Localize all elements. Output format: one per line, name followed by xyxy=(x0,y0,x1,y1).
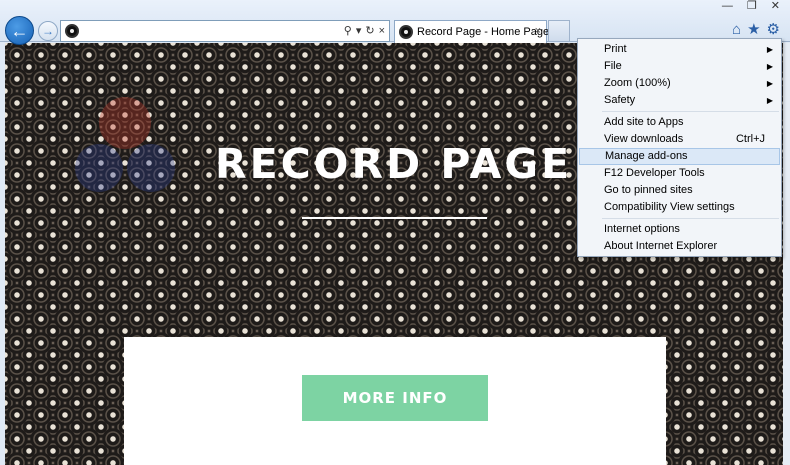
back-arrow-icon: ← xyxy=(10,20,29,41)
refresh-icon[interactable]: ↻ xyxy=(365,23,374,39)
site-favicon-icon xyxy=(65,24,79,38)
menu-item-go-to-pinned-sites[interactable]: Go to pinned sites xyxy=(578,182,781,199)
menu-item-compatibility-view-settings[interactable]: Compatibility View settings xyxy=(578,199,781,216)
tab-record-page[interactable]: Record Page - Home Page × xyxy=(394,20,550,43)
menu-item-label: Go to pinned sites xyxy=(604,184,693,196)
menu-item-print[interactable]: Print ▶ xyxy=(578,41,781,58)
favorites-star-icon[interactable]: ★ xyxy=(747,21,760,39)
new-tab-button[interactable] xyxy=(548,20,570,42)
menu-item-label: About Internet Explorer xyxy=(604,240,718,252)
menu-item-label: Safety xyxy=(604,94,636,106)
search-icon[interactable]: ⚲ xyxy=(344,23,352,39)
content-card: MORE INFO xyxy=(124,337,666,465)
menu-separator xyxy=(602,111,779,112)
tab-title: Record Page - Home Page xyxy=(417,26,550,38)
tools-menu: Print ▶ File ▶ Zoom (100%) ▶ Safety ▶ Ad… xyxy=(577,38,782,257)
menu-item-label: View downloads xyxy=(604,133,684,145)
menu-item-file[interactable]: File ▶ xyxy=(578,58,781,75)
menu-item-internet-options[interactable]: Internet options xyxy=(578,221,781,238)
submenu-arrow-icon: ▶ xyxy=(766,62,773,71)
more-info-button[interactable]: MORE INFO xyxy=(302,375,488,421)
maximize-button[interactable]: ❐ xyxy=(747,0,757,12)
menu-shortcut: Ctrl+J xyxy=(735,133,765,145)
menu-item-label: F12 Developer Tools xyxy=(604,167,705,179)
window-controls: — ❐ ✕ xyxy=(722,0,780,12)
close-window-button[interactable]: ✕ xyxy=(771,0,780,12)
menu-item-zoom[interactable]: Zoom (100%) ▶ xyxy=(578,75,781,92)
command-icons: ⌂ ★ ⚙ xyxy=(732,21,780,39)
hero-title: RECORD PAGE xyxy=(215,140,573,188)
gear-icon[interactable]: ⚙ xyxy=(767,21,780,39)
menu-item-f12-developer-tools[interactable]: F12 Developer Tools xyxy=(578,165,781,182)
address-bar[interactable]: ⚲ ▾ ↻ × xyxy=(60,20,390,42)
hero-divider xyxy=(302,217,487,219)
menu-item-label: Internet options xyxy=(604,223,680,235)
minimize-button[interactable]: — xyxy=(722,0,733,12)
menu-item-label: Zoom (100%) xyxy=(604,77,671,89)
tab-favicon-icon xyxy=(399,25,413,39)
home-icon[interactable]: ⌂ xyxy=(732,21,741,39)
menu-separator xyxy=(602,218,779,219)
back-button[interactable]: ← xyxy=(5,16,34,45)
submenu-arrow-icon: ▶ xyxy=(766,45,773,54)
scrollbar[interactable] xyxy=(783,43,790,465)
tab-close-icon[interactable]: × xyxy=(535,25,541,37)
submenu-arrow-icon: ▶ xyxy=(766,79,773,88)
forward-arrow-icon: → xyxy=(42,24,54,38)
menu-item-label: File xyxy=(604,60,622,72)
forward-button[interactable]: → xyxy=(38,21,58,41)
menu-item-safety[interactable]: Safety ▶ xyxy=(578,92,781,109)
menu-item-about-internet-explorer[interactable]: About Internet Explorer xyxy=(578,238,781,255)
watermark-logo xyxy=(75,97,175,192)
menu-item-label: Manage add-ons xyxy=(605,150,688,162)
menu-item-label: Compatibility View settings xyxy=(604,201,735,213)
chevron-down-icon[interactable]: ▾ xyxy=(356,23,362,39)
menu-item-manage-add-ons[interactable]: Manage add-ons xyxy=(579,148,780,165)
submenu-arrow-icon: ▶ xyxy=(766,96,773,105)
menu-item-label: Print xyxy=(604,43,627,55)
menu-item-add-site-to-apps[interactable]: Add site to Apps xyxy=(578,114,781,131)
browser-toolbar: — ❐ ✕ → ⚲ ▾ ↻ × Record Page - Home Page … xyxy=(0,0,790,43)
menu-item-label: Add site to Apps xyxy=(604,116,684,128)
menu-item-view-downloads[interactable]: View downloads Ctrl+J xyxy=(578,131,781,148)
stop-icon[interactable]: × xyxy=(379,23,385,39)
